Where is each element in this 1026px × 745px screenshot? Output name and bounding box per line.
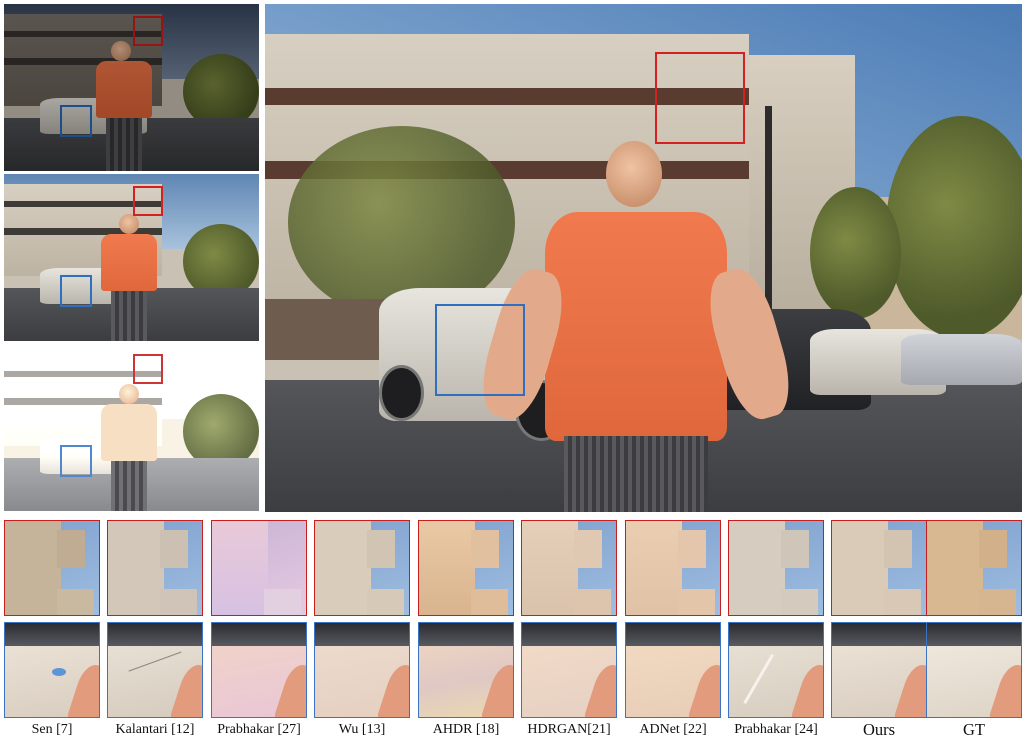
label-wu: Wu [13] <box>338 722 386 737</box>
crop-building-gt <box>926 520 1022 616</box>
label-hdrgan: HDRGAN[21] <box>527 722 611 737</box>
hdr-result-main <box>265 4 1022 512</box>
label-prabhakar27: Prabhakar [27] <box>217 722 301 737</box>
highlight-region-building-corner <box>133 16 163 46</box>
label-sen: Sen [7] <box>31 722 73 737</box>
highlight-region-building-corner <box>655 52 745 144</box>
highlight-region-car-door <box>435 304 525 396</box>
input-exposure-low <box>4 4 259 171</box>
crop-car-kalantari <box>107 622 203 718</box>
crop-car-prabhakar24 <box>728 622 824 718</box>
label-ahdr: AHDR [18] <box>432 722 500 737</box>
crop-car-wu <box>314 622 410 718</box>
crop-building-prabhakar27 <box>211 520 307 616</box>
crop-building-sen <box>4 520 100 616</box>
crop-building-hdrgan <box>521 520 617 616</box>
crop-building-adnet <box>625 520 721 616</box>
crop-car-prabhakar27 <box>211 622 307 718</box>
crop-car-ahdr <box>418 622 514 718</box>
input-exposure-mid <box>4 174 259 341</box>
label-gt: GT <box>963 720 985 739</box>
label-prabhakar24: Prabhakar [24] <box>734 722 818 737</box>
label-kalantari: Kalantari [12] <box>115 722 195 737</box>
crop-car-sen <box>4 622 100 718</box>
crop-car-hdrgan <box>521 622 617 718</box>
highlight-region-car-door <box>60 445 92 477</box>
highlight-region-car-door <box>60 105 92 137</box>
highlight-region-building-corner <box>133 186 163 216</box>
label-ours: Ours <box>862 720 896 739</box>
crop-building-wu <box>314 520 410 616</box>
crop-building-ours <box>831 520 927 616</box>
crop-car-gt <box>926 622 1022 718</box>
input-exposure-high <box>4 344 259 511</box>
highlight-region-car-door <box>60 275 92 307</box>
highlight-region-building-corner <box>133 354 163 384</box>
crop-building-ahdr <box>418 520 514 616</box>
crop-car-adnet <box>625 622 721 718</box>
crop-building-kalantari <box>107 520 203 616</box>
label-adnet: ADNet [22] <box>639 722 707 737</box>
crop-building-prabhakar24 <box>728 520 824 616</box>
crop-car-ours <box>831 622 927 718</box>
